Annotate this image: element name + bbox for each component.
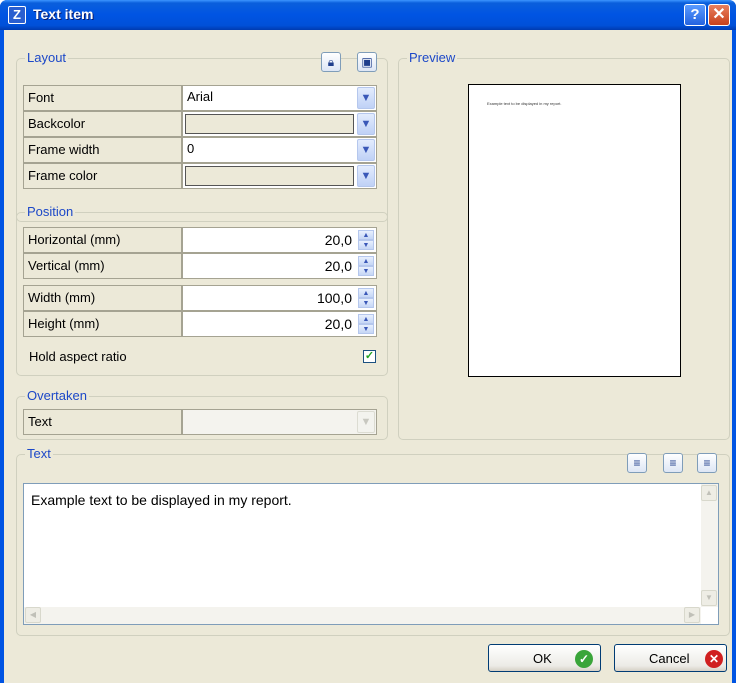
scroll-down-icon[interactable]: ▼: [701, 590, 717, 606]
text-editor-content[interactable]: Example text to be displayed in my repor…: [31, 492, 292, 508]
frame-color-select[interactable]: ▼: [182, 163, 377, 189]
vertical-row: Vertical (mm) 20,0 ▲ ▼: [23, 253, 377, 279]
font-value: Arial: [187, 89, 214, 104]
height-label: Height (mm): [23, 311, 182, 337]
width-label: Width (mm): [23, 285, 182, 311]
overtaken-text-select[interactable]: ▼: [182, 409, 377, 435]
width-row: Width (mm) 100,0 ▲ ▼: [23, 285, 377, 311]
preview-text: Example text to be displayed in my repor…: [487, 101, 562, 106]
horizontal-value: 20,0: [324, 232, 352, 248]
preview-page: Example text to be displayed in my repor…: [468, 84, 681, 377]
chevron-down-icon[interactable]: ▼: [357, 87, 375, 109]
horizontal-label: Horizontal (mm): [23, 227, 182, 253]
height-value: 20,0: [324, 316, 352, 332]
hold-aspect-checkbox[interactable]: ✓: [363, 350, 376, 363]
scroll-right-icon[interactable]: ▶: [684, 607, 700, 623]
close-button[interactable]: ✕: [708, 4, 730, 26]
title-bar[interactable]: Z Text item ? ✕: [0, 0, 736, 30]
chevron-down-icon[interactable]: ▼: [357, 411, 375, 433]
chevron-down-icon[interactable]: ▼: [358, 266, 374, 276]
horizontal-scrollbar[interactable]: ◀ ▶: [24, 607, 701, 624]
overtaken-text-label: Text: [23, 409, 182, 435]
overtaken-group: Overtaken Text ▼: [16, 388, 388, 440]
layout-group: Layout 🔒︎ ▣ Font Arial ▼ Backcolor ▼ Fra…: [16, 50, 388, 222]
check-icon: ✓: [364, 350, 375, 362]
align-center-button[interactable]: ≡: [663, 453, 683, 473]
lock-button[interactable]: 🔒︎: [321, 52, 341, 72]
frame-color-row: Frame color ▼: [23, 163, 377, 189]
backcolor-label: Backcolor: [23, 111, 182, 137]
horizontal-stepper[interactable]: 20,0 ▲ ▼: [182, 227, 377, 253]
chevron-down-icon[interactable]: ▼: [357, 139, 375, 161]
chevron-down-icon[interactable]: ▼: [358, 324, 374, 334]
chevron-down-icon[interactable]: ▼: [357, 165, 375, 187]
position-group: Position Horizontal (mm) 20,0 ▲ ▼ Vertica…: [16, 204, 388, 376]
spin-buttons[interactable]: ▲ ▼: [358, 230, 374, 250]
chevron-up-icon[interactable]: ▲: [358, 288, 374, 298]
cancel-button[interactable]: Cancel ✕: [614, 644, 727, 672]
chevron-down-icon[interactable]: ▼: [358, 240, 374, 250]
layout-group-label: Layout: [25, 50, 69, 65]
vertical-scrollbar[interactable]: ▲ ▼: [701, 484, 718, 607]
dialog-window: Z Text item ? ✕ Layout 🔒︎ ▣ Font Arial ▼…: [0, 0, 736, 683]
preview-group: Preview Example text to be displayed in …: [398, 50, 730, 440]
shield-icon: 🔒︎: [327, 55, 335, 69]
chevron-down-icon[interactable]: ▼: [358, 298, 374, 308]
scroll-up-icon[interactable]: ▲: [701, 485, 717, 501]
chevron-up-icon[interactable]: ▲: [358, 230, 374, 240]
cancel-icon: ✕: [705, 650, 723, 668]
width-stepper[interactable]: 100,0 ▲ ▼: [182, 285, 377, 311]
chevron-down-icon[interactable]: ▼: [357, 113, 375, 135]
backcolor-select[interactable]: ▼: [182, 111, 377, 137]
horizontal-row: Horizontal (mm) 20,0 ▲ ▼: [23, 227, 377, 253]
height-row: Height (mm) 20,0 ▲ ▼: [23, 311, 377, 337]
check-icon: ✓: [575, 650, 593, 668]
font-select[interactable]: Arial ▼: [182, 85, 377, 111]
ok-button[interactable]: OK ✓: [488, 644, 601, 672]
font-label: Font: [23, 85, 182, 111]
frame-color-swatch: [185, 166, 354, 186]
save-button[interactable]: ▣: [357, 52, 377, 72]
vertical-stepper[interactable]: 20,0 ▲ ▼: [182, 253, 377, 279]
text-group: Text ≡ ≡ ≡ Example text to be displayed …: [16, 446, 730, 636]
chevron-up-icon[interactable]: ▲: [358, 314, 374, 324]
overtaken-group-label: Overtaken: [25, 388, 89, 403]
font-row: Font Arial ▼: [23, 85, 377, 111]
window-title: Text item: [33, 6, 94, 22]
spin-buttons[interactable]: ▲ ▼: [358, 314, 374, 334]
text-editor[interactable]: Example text to be displayed in my repor…: [23, 483, 719, 625]
align-right-icon: ≡: [703, 456, 711, 470]
frame-width-label: Frame width: [23, 137, 182, 163]
chevron-up-icon[interactable]: ▲: [358, 256, 374, 266]
overtaken-text-row: Text ▼: [23, 409, 377, 435]
backcolor-swatch: [185, 114, 354, 134]
scroll-left-icon[interactable]: ◀: [25, 607, 41, 623]
ok-label: OK: [533, 651, 552, 666]
width-value: 100,0: [316, 290, 352, 306]
spin-buttons[interactable]: ▲ ▼: [358, 256, 374, 276]
help-button[interactable]: ?: [684, 4, 706, 26]
preview-group-label: Preview: [407, 50, 458, 65]
frame-color-label: Frame color: [23, 163, 182, 189]
save-icon: ▣: [361, 55, 373, 69]
backcolor-row: Backcolor ▼: [23, 111, 377, 137]
height-stepper[interactable]: 20,0 ▲ ▼: [182, 311, 377, 337]
align-center-icon: ≡: [669, 456, 677, 470]
spin-buttons[interactable]: ▲ ▼: [358, 288, 374, 308]
cancel-label: Cancel: [649, 651, 690, 666]
frame-width-value: 0: [187, 141, 195, 156]
vertical-label: Vertical (mm): [23, 253, 182, 279]
align-left-button[interactable]: ≡: [627, 453, 647, 473]
frame-width-row: Frame width 0 ▼: [23, 137, 377, 163]
align-left-icon: ≡: [633, 456, 641, 470]
text-group-label: Text: [25, 446, 53, 461]
align-right-button[interactable]: ≡: [697, 453, 717, 473]
dialog-body: Layout 🔒︎ ▣ Font Arial ▼ Backcolor ▼ Fra…: [4, 30, 732, 683]
frame-width-select[interactable]: 0 ▼: [182, 137, 377, 163]
hold-aspect-label: Hold aspect ratio: [29, 349, 127, 364]
vertical-value: 20,0: [324, 258, 352, 274]
app-icon: Z: [8, 6, 26, 24]
position-group-label: Position: [25, 204, 76, 219]
